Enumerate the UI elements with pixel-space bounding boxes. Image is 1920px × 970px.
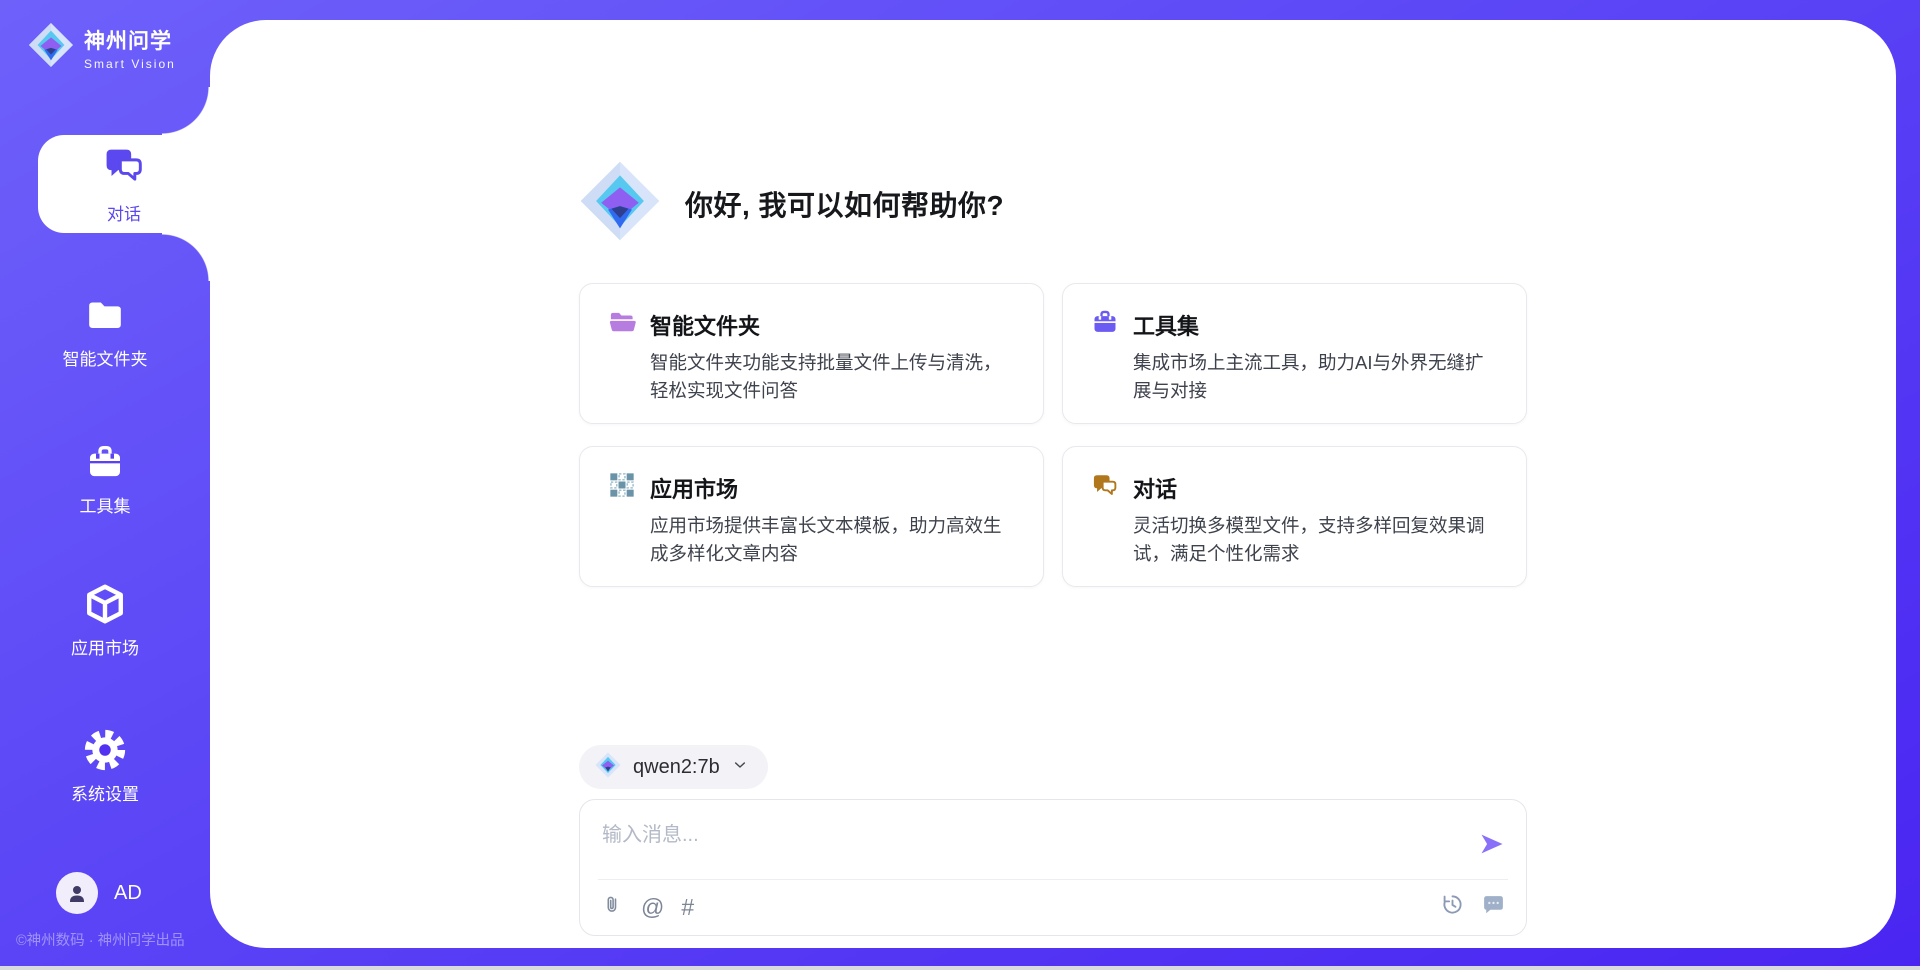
card-description: 灵活切换多模型文件，支持多样回复效果调试，满足个性化需求 (1133, 512, 1498, 568)
brand-logo-icon (28, 22, 74, 73)
sidebar-item-toolset[interactable]: 工具集 (0, 440, 210, 517)
message-composer: @ # (579, 799, 1527, 936)
card-title: 对话 (1133, 472, 1177, 504)
sidebar-item-smart-folder[interactable]: 智能文件夹 (0, 293, 210, 370)
grid-icon (608, 471, 636, 504)
card-toolset[interactable]: 工具集 集成市场上主流工具，助力AI与外界无缝扩展与对接 (1062, 283, 1527, 424)
model-selector[interactable]: qwen2:7b (579, 745, 768, 789)
avatar (56, 872, 98, 914)
sidebar: 神州问学 Smart Vision 对话 智能文件夹 (0, 0, 210, 970)
chevron-down-icon (732, 757, 748, 778)
history-icon (1440, 892, 1465, 922)
card-description: 集成市场上主流工具，助力AI与外界无缝扩展与对接 (1133, 349, 1498, 405)
sidebar-item-label: 智能文件夹 (63, 345, 148, 370)
cube-icon (83, 582, 127, 626)
mention-button[interactable]: @ (641, 895, 664, 919)
card-smart-folder[interactable]: 智能文件夹 智能文件夹功能支持批量文件上传与清洗，轻松实现文件问答 (579, 283, 1044, 424)
card-title: 应用市场 (650, 472, 738, 504)
attach-button[interactable] (600, 893, 624, 922)
chat-bubbles-icon (1091, 471, 1119, 504)
at-sign-icon: @ (641, 895, 664, 919)
composer-divider (598, 879, 1508, 880)
brand-name: 神州问学 (84, 25, 176, 55)
greeting: 你好, 我可以如何帮助你? (579, 160, 1527, 247)
assistant-logo-icon (579, 160, 661, 247)
main-panel: 你好, 我可以如何帮助你? 智能文件夹 智能文件夹功能支持批量文件上传与清洗，轻… (210, 20, 1896, 948)
folder-open-icon (608, 308, 636, 341)
paperclip-icon (600, 893, 624, 922)
send-button[interactable] (1478, 830, 1506, 858)
model-logo-icon (595, 752, 621, 783)
brand: 神州问学 Smart Vision (28, 22, 176, 73)
sidebar-item-settings[interactable]: 系统设置 (0, 728, 210, 805)
hash-icon: # (681, 895, 694, 919)
toolbox-icon (85, 440, 125, 484)
card-title: 工具集 (1133, 309, 1199, 341)
folder-icon (85, 293, 125, 337)
sidebar-item-label: 对话 (107, 200, 141, 225)
greeting-title: 你好, 我可以如何帮助你? (685, 184, 1004, 224)
card-description: 智能文件夹功能支持批量文件上传与清洗，轻松实现文件问答 (650, 349, 1015, 405)
card-description: 应用市场提供丰富长文本模板，助力高效生成多样化文章内容 (650, 512, 1015, 568)
model-name: qwen2:7b (633, 756, 720, 779)
message-input[interactable] (580, 800, 1456, 872)
sidebar-item-app-market[interactable]: 应用市场 (0, 582, 210, 659)
brand-subtitle: Smart Vision (84, 57, 176, 71)
toolbox-icon (1091, 308, 1119, 341)
card-chat[interactable]: 对话 灵活切换多模型文件，支持多样回复效果调试，满足个性化需求 (1062, 446, 1527, 587)
sidebar-item-chat[interactable]: 对话 (38, 135, 210, 233)
topic-button[interactable]: # (681, 895, 694, 919)
taskbar-edge (0, 966, 1920, 970)
feature-cards: 智能文件夹 智能文件夹功能支持批量文件上传与清洗，轻松实现文件问答 (579, 283, 1527, 587)
user-initials: AD (114, 882, 142, 905)
user-account[interactable]: AD (56, 872, 142, 914)
send-icon (1478, 846, 1506, 861)
sidebar-item-label: 系统设置 (71, 780, 139, 805)
history-button[interactable] (1440, 892, 1465, 922)
sidebar-item-label: 工具集 (80, 492, 131, 517)
copyright-text: ©神州数码 · 神州问学出品 (16, 929, 210, 950)
conversations-button[interactable] (1481, 892, 1506, 922)
chat-filled-icon (1481, 892, 1506, 922)
chat-bubbles-icon (102, 143, 146, 192)
card-title: 智能文件夹 (650, 309, 760, 341)
sidebar-item-label: 应用市场 (71, 634, 139, 659)
card-app-market[interactable]: 应用市场 应用市场提供丰富长文本模板，助力高效生成多样化文章内容 (579, 446, 1044, 587)
gear-icon (82, 728, 128, 772)
